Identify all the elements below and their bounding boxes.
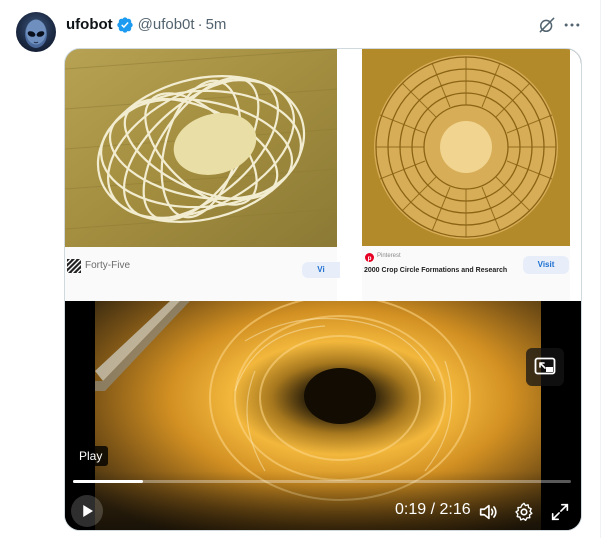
gear-icon[interactable]: [513, 501, 535, 523]
timestamp[interactable]: 5m: [206, 15, 227, 35]
svg-text:p: p: [368, 255, 372, 262]
play-icon: [83, 505, 93, 517]
alien-avatar-icon: [25, 19, 47, 48]
play-button[interactable]: [71, 495, 103, 527]
video-top-frame: Forty-Five Vi p Pinterest 2000 Crop Circ…: [65, 49, 581, 301]
right-visit-button: Visit: [523, 256, 569, 274]
verified-badge-icon[interactable]: [116, 16, 134, 34]
pinterest-title: 2000 Crop Circle Formations and Research: [364, 267, 508, 274]
pinterest-logo-icon: p: [365, 253, 374, 262]
left-caption-bar: [65, 247, 337, 301]
video-player[interactable]: Play 0:19 / 2:16: [65, 301, 581, 530]
duration: 2:16: [439, 501, 471, 518]
progress-bar[interactable]: [73, 480, 571, 483]
fullscreen-icon[interactable]: [549, 501, 571, 523]
current-time: 0:19: [395, 501, 427, 518]
stripes-logo-icon: [67, 259, 81, 273]
crop-circle-mandala-image: [362, 49, 570, 246]
tweet-media[interactable]: Forty-Five Vi p Pinterest 2000 Crop Circ…: [64, 48, 582, 531]
pip-icon: [534, 357, 556, 375]
separator-dot: ·: [197, 16, 203, 33]
pip-button[interactable]: [526, 348, 564, 386]
volume-icon[interactable]: [477, 501, 499, 523]
brand-name: Forty-Five: [85, 260, 130, 271]
video-controls: 0:19 / 2:16: [65, 471, 581, 530]
more-icon[interactable]: [562, 15, 582, 35]
tweet: ufobot @ufob0t · 5m Forty-Five Vi p Pint…: [0, 0, 601, 538]
crop-circle-spiral-image: [65, 49, 337, 247]
user-handle[interactable]: @ufob0t: [138, 15, 195, 35]
tweet-header: ufobot @ufob0t · 5m: [66, 14, 226, 36]
display-name[interactable]: ufobot: [66, 15, 113, 35]
play-tooltip: Play: [73, 446, 109, 466]
progress-fill: [73, 480, 143, 483]
grok-icon[interactable]: [537, 15, 557, 35]
time-separator: /: [430, 501, 436, 518]
avatar[interactable]: [16, 12, 56, 52]
time-readout: 0:19 / 2:16: [395, 501, 471, 519]
pinterest-source: Pinterest: [377, 253, 401, 259]
left-visit-button: Vi: [302, 262, 340, 278]
